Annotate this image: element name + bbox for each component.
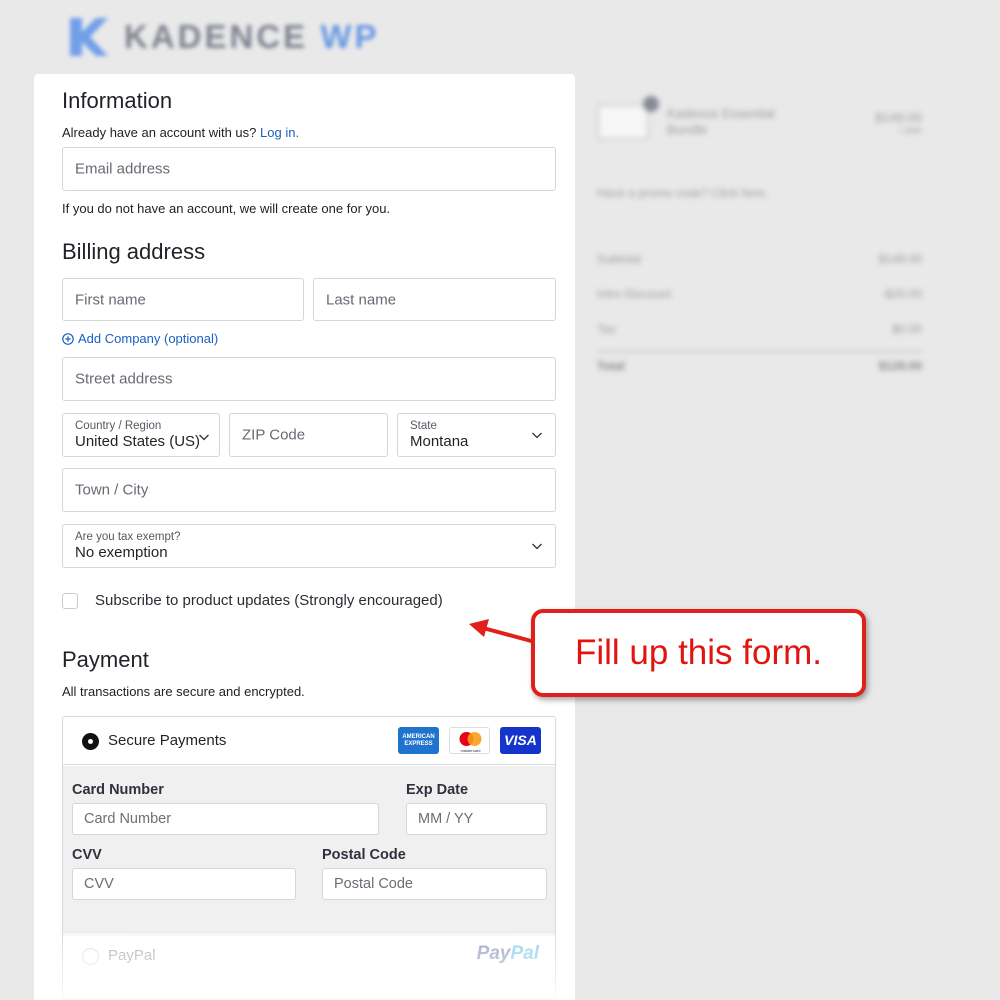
information-heading: Information bbox=[62, 88, 173, 113]
summary-divider bbox=[597, 351, 922, 352]
mastercard-icon: mastercard bbox=[449, 727, 490, 754]
cvv-label: CVV bbox=[72, 847, 102, 863]
chevron-down-icon bbox=[532, 543, 542, 550]
state-select[interactable]: State Montana bbox=[397, 413, 556, 457]
kadence-logo: KADENCE WP bbox=[64, 14, 380, 60]
exp-date-label: Exp Date bbox=[406, 782, 469, 798]
paypal-logo-icon: PayPal bbox=[476, 943, 539, 964]
plus-circle-icon bbox=[62, 332, 74, 345]
chevron-down-icon bbox=[199, 434, 209, 441]
zip-code-field[interactable]: ZIP Code bbox=[229, 413, 388, 457]
secure-payments-label: Secure Payments bbox=[108, 732, 227, 749]
product-price: $149.00/ year bbox=[875, 110, 922, 135]
quantity-badge bbox=[643, 96, 659, 112]
paypal-radio[interactable] bbox=[82, 948, 99, 965]
subscribe-checkbox[interactable] bbox=[62, 593, 78, 609]
login-link[interactable]: Log in. bbox=[260, 125, 299, 140]
payment-methods-box: Secure Payments AMERICAN EXPRESS masterc… bbox=[62, 716, 556, 1000]
billing-heading: Billing address bbox=[62, 239, 206, 264]
paypal-option[interactable]: PayPal PayPal bbox=[63, 932, 555, 999]
street-address-field[interactable]: Street address bbox=[62, 357, 556, 401]
logo-text: KADENCE WP bbox=[124, 18, 380, 55]
town-city-field[interactable]: Town / City bbox=[62, 468, 556, 512]
svg-text:mastercard: mastercard bbox=[460, 748, 480, 753]
visa-icon: VISA bbox=[500, 727, 541, 754]
callout-arrow-icon bbox=[469, 619, 536, 644]
country-select[interactable]: Country / Region United States (US) bbox=[62, 413, 220, 457]
total-row: Total $129.00 bbox=[597, 359, 922, 373]
amex-icon: AMERICAN EXPRESS bbox=[398, 727, 439, 754]
promo-code-link[interactable]: Have a promo code? Click here. bbox=[597, 186, 768, 200]
subtotal-row: Subtotal $149.00 bbox=[597, 252, 922, 266]
account-prompt: Already have an account with us? Log in. bbox=[62, 125, 300, 140]
callout-text: Fill up this form. bbox=[575, 633, 822, 672]
tax-row: Tax $0.00 bbox=[597, 322, 922, 336]
postal-code-input[interactable]: Postal Code bbox=[322, 868, 547, 900]
cvv-input[interactable]: CVV bbox=[72, 868, 296, 900]
add-company-link[interactable]: Add Company (optional) bbox=[62, 331, 218, 346]
postal-code-label: Postal Code bbox=[322, 847, 406, 863]
discount-row: Intro Discount -$20.00 bbox=[597, 287, 922, 301]
product-name: Kadence Essential Bundle bbox=[667, 106, 775, 137]
payment-heading: Payment bbox=[62, 647, 149, 672]
kadence-k-icon bbox=[64, 14, 112, 60]
paypal-label: PayPal bbox=[108, 947, 156, 964]
card-logos: AMERICAN EXPRESS mastercard VISA bbox=[398, 727, 541, 754]
tax-exempt-select[interactable]: Are you tax exempt? No exemption bbox=[62, 524, 556, 568]
card-number-label: Card Number bbox=[72, 782, 164, 798]
exp-date-input[interactable]: MM / YY bbox=[406, 803, 547, 835]
product-thumbnail bbox=[597, 104, 649, 140]
account-note: If you do not have an account, we will c… bbox=[62, 201, 391, 216]
fill-form-callout: Fill up this form. bbox=[531, 609, 866, 697]
payment-note: All transactions are secure and encrypte… bbox=[62, 684, 305, 699]
chevron-down-icon bbox=[532, 432, 542, 439]
last-name-field[interactable]: Last name bbox=[313, 278, 556, 321]
card-number-input[interactable]: Card Number bbox=[72, 803, 379, 835]
first-name-field[interactable]: First name bbox=[62, 278, 304, 321]
card-form: Card Number Card Number Exp Date MM / YY… bbox=[63, 766, 555, 936]
secure-payments-option[interactable]: Secure Payments AMERICAN EXPRESS masterc… bbox=[63, 717, 555, 765]
subscribe-label[interactable]: Subscribe to product updates (Strongly e… bbox=[95, 592, 443, 609]
secure-payments-radio[interactable] bbox=[82, 733, 99, 750]
email-field[interactable]: Email address bbox=[62, 147, 556, 191]
